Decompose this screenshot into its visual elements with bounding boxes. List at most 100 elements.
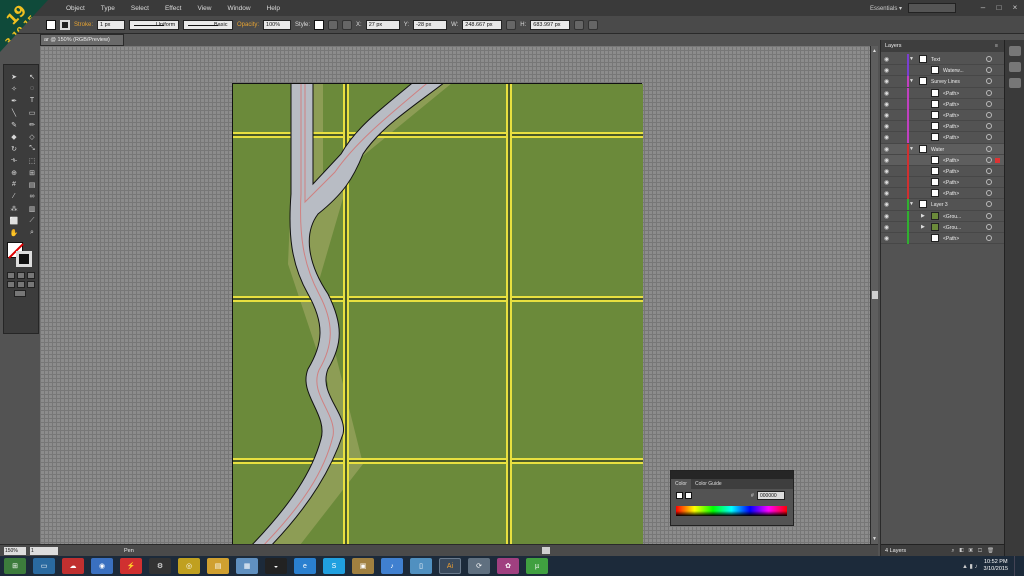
cloud-app-icon[interactable]: ☁	[62, 558, 84, 574]
lasso-tool-icon[interactable]: ◌	[25, 83, 39, 94]
visibility-eye-icon[interactable]: ◉	[884, 224, 889, 231]
screen-mode-icon[interactable]	[14, 290, 26, 297]
target-icon[interactable]	[986, 235, 992, 241]
graphic-style-swatch[interactable]	[314, 19, 325, 30]
slice-tool-icon[interactable]: ⟋	[25, 215, 39, 226]
pen-tool-icon[interactable]: ✒	[7, 95, 21, 106]
line-tool-icon[interactable]: ╲	[7, 107, 21, 118]
layer-row[interactable]: ◉ <Path>	[881, 188, 1004, 200]
rectangle-tool-icon[interactable]: ▭	[25, 107, 39, 118]
workspace-switcher[interactable]: Essentials ▾	[870, 5, 902, 12]
layer-row[interactable]: ◉ <Path>	[881, 98, 1004, 110]
opacity-label[interactable]: Opacity:	[237, 22, 259, 28]
vertical-scroll-thumb[interactable]	[872, 291, 878, 299]
target-icon[interactable]	[986, 156, 992, 163]
panel-menu-icon[interactable]: ≡	[995, 40, 998, 52]
none-mode-icon[interactable]	[27, 272, 35, 279]
layer-row[interactable]: ◉ ▼ Text	[881, 54, 1004, 66]
hex-input[interactable]: 000000	[757, 491, 785, 500]
browser-app-icon[interactable]: ◉	[91, 558, 113, 574]
rotate-tool-icon[interactable]: ↻	[7, 143, 21, 154]
perspective-grid-tool-icon[interactable]: ⊞	[25, 167, 39, 178]
menu-help[interactable]: Help	[259, 5, 288, 12]
layers-panel-tab[interactable]: Layers ≡	[881, 40, 1004, 52]
help-search-input[interactable]	[908, 3, 956, 13]
notepad-app-icon[interactable]: ▦	[236, 558, 258, 574]
vertical-scrollbar[interactable]: ▲ ▼	[870, 46, 878, 544]
lightning-app-icon[interactable]: ⚡	[120, 558, 142, 574]
y-field[interactable]: -28 px	[413, 19, 448, 30]
tab-color[interactable]: Color	[671, 479, 691, 489]
visibility-eye-icon[interactable]: ◉	[884, 168, 889, 175]
stroke-weight-field[interactable]: 1 px	[97, 19, 126, 30]
visibility-eye-icon[interactable]: ◉	[884, 78, 889, 85]
target-icon[interactable]	[986, 78, 992, 85]
expand-icon[interactable]: ▶	[921, 224, 925, 230]
brush-definition[interactable]: Basic	[183, 19, 234, 30]
visibility-eye-icon[interactable]: ◉	[884, 179, 889, 186]
visibility-eye-icon[interactable]: ◉	[884, 90, 889, 97]
brushes-panel-icon[interactable]	[1008, 78, 1021, 88]
zoom-tool-icon[interactable]: ⌕	[25, 227, 39, 238]
layer-row[interactable]: ◉ <Path>	[881, 132, 1004, 144]
transform-icon[interactable]	[574, 19, 585, 30]
target-icon[interactable]	[986, 111, 992, 118]
swatches-panel-icon[interactable]	[1008, 62, 1021, 72]
layer-row[interactable]: ◉ ▼ Water	[881, 143, 1004, 155]
utorrent-app-icon[interactable]: µ	[526, 558, 548, 574]
type-tool-icon[interactable]: T	[25, 95, 39, 106]
layer-row[interactable]: ◉ ▼ Survey Lines	[881, 76, 1004, 88]
gradient-mode-icon[interactable]	[17, 272, 25, 279]
width-field[interactable]: 248.667 px	[462, 19, 503, 30]
illustrator-app-icon[interactable]: Ai	[439, 558, 461, 574]
color-panel-icon[interactable]	[1008, 46, 1021, 56]
chrome-app-icon[interactable]: ◎	[178, 558, 200, 574]
visibility-eye-icon[interactable]: ◉	[884, 101, 889, 108]
collapse-icon[interactable]: ▼	[909, 56, 914, 62]
target-icon[interactable]	[986, 179, 992, 186]
clock[interactable]: 10:52 PM 3/10/2015	[984, 559, 1008, 573]
layer-row[interactable]: ◉ ▶ <Grou...	[881, 210, 1004, 222]
recolor-icon[interactable]	[328, 19, 339, 30]
target-icon[interactable]	[986, 190, 992, 197]
visibility-eye-icon[interactable]: ◉	[884, 201, 889, 208]
layer-row[interactable]: ◉ <Path>	[881, 154, 1004, 166]
symbol-sprayer-tool-icon[interactable]: ⁂	[7, 203, 21, 214]
stroke-swatch-small[interactable]	[685, 492, 692, 499]
pencil-tool-icon[interactable]: ✏	[25, 119, 39, 130]
rotate-app-icon[interactable]: ⟳	[468, 558, 490, 574]
height-field[interactable]: 683.997 px	[530, 19, 571, 30]
shape-builder-tool-icon[interactable]: ⊕	[7, 167, 21, 178]
stroke-label[interactable]: Stroke:	[74, 22, 93, 28]
selection-indicator[interactable]	[995, 157, 1000, 163]
scale-tool-icon[interactable]: ⤡	[25, 143, 39, 154]
collapse-icon[interactable]: ▼	[909, 78, 914, 84]
layer-row[interactable]: ◉ ▼ Layer 3	[881, 199, 1004, 211]
blob-brush-tool-icon[interactable]: ◆	[7, 131, 21, 142]
menu-window[interactable]: Window	[219, 5, 258, 12]
collapse-icon[interactable]: ▼	[909, 201, 914, 207]
color-mode-icon[interactable]	[7, 272, 15, 279]
draw-behind-icon[interactable]	[17, 281, 25, 288]
steam-app-icon[interactable]: ⚙	[149, 558, 171, 574]
layer-row[interactable]: ◉ <Path>	[881, 233, 1004, 245]
ie-app-icon[interactable]: e	[294, 558, 316, 574]
color-panel-header[interactable]	[671, 471, 793, 479]
minimize-button[interactable]: –	[976, 2, 990, 14]
artboard[interactable]	[232, 83, 643, 544]
menu-object[interactable]: Object	[58, 5, 93, 12]
visibility-eye-icon[interactable]: ◉	[884, 157, 889, 164]
layer-row[interactable]: ◉ <Path>	[881, 177, 1004, 189]
target-icon[interactable]	[986, 100, 992, 107]
layer-row[interactable]: ◉ <Path>	[881, 121, 1004, 133]
fill-swatch[interactable]	[46, 19, 56, 30]
collapse-icon[interactable]: ▼	[909, 146, 914, 152]
target-icon[interactable]	[986, 212, 992, 219]
target-icon[interactable]	[986, 201, 992, 208]
tray-icons[interactable]: ▲ ▮ ♪	[962, 563, 978, 570]
selection-tool-icon[interactable]: ➤	[7, 71, 21, 82]
paintbrush-tool-icon[interactable]: ✎	[7, 119, 21, 130]
layer-row[interactable]: ◉ <Path>	[881, 109, 1004, 122]
x-field[interactable]: 27 px	[365, 19, 400, 30]
monitor-app-icon[interactable]: ▭	[33, 558, 55, 574]
